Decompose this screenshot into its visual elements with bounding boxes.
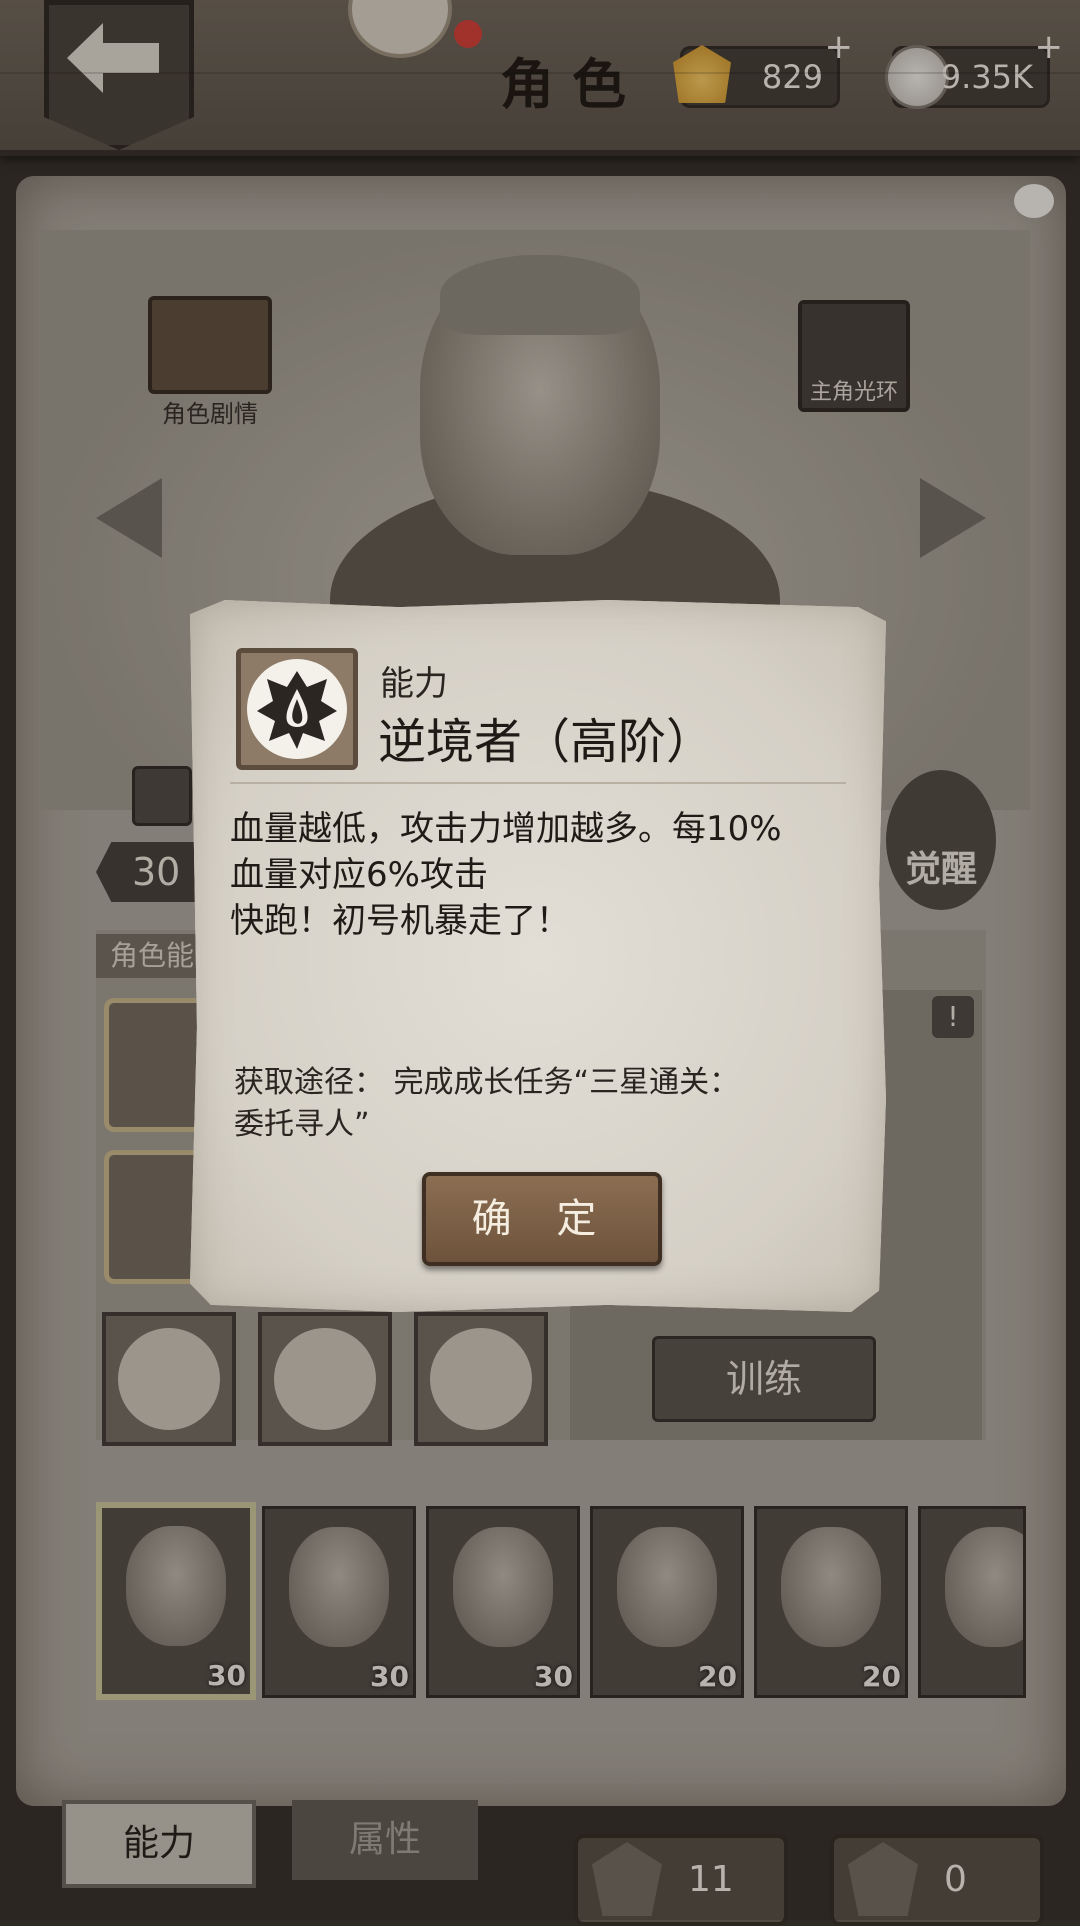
ability-icon-frame (236, 648, 358, 770)
ability-name: 逆境者（高阶） (378, 714, 715, 770)
ability-description: 血量越低，攻击力增加越多。每10% 血量对应6%攻击 快跑！初号机暴走了！ (230, 806, 860, 944)
description-line: 血量对应6%攻击 (230, 855, 488, 895)
ability-type-label: 能力 (380, 664, 448, 704)
description-line: 快跑！初号机暴走了！ (230, 901, 570, 941)
acquisition-source: 获取途径： 完成成长任务“三星通关： 委托寻人” (234, 1062, 854, 1146)
description-line: 血量越低，攻击力增加越多。每10% (230, 809, 782, 849)
source-line: 获取途径： 完成成长任务“三星通关： (234, 1065, 740, 1100)
divider (230, 782, 846, 784)
source-line: 委托寻人” (234, 1107, 370, 1142)
confirm-button[interactable]: 确 定 (422, 1172, 662, 1266)
blood-drop-icon (257, 671, 337, 749)
ability-detail-dialog: 能力 逆境者（高阶） 血量越低，攻击力增加越多。每10% 血量对应6%攻击 快跑… (190, 600, 886, 1312)
ability-disc (247, 659, 347, 759)
